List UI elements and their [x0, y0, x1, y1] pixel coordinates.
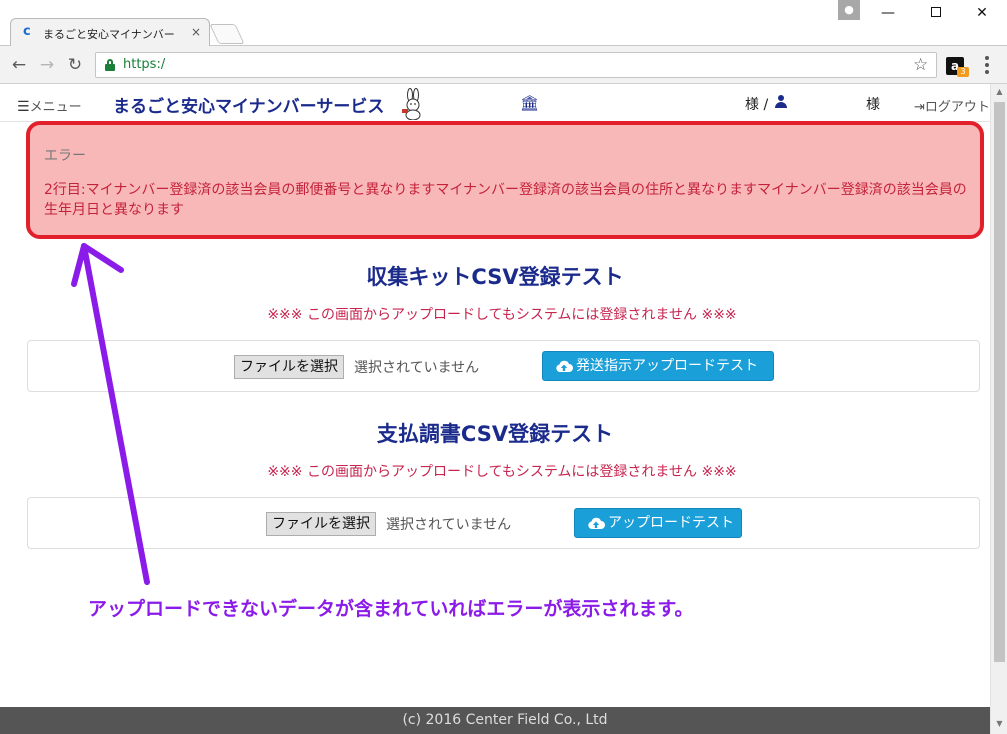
upload-button-label: 発送指示アップロードテスト — [576, 358, 758, 374]
menu-button[interactable]: ☰メニュー — [17, 96, 82, 115]
copyright-text: (c) 2016 Center Field Co., Ltd — [402, 712, 608, 728]
upload-panel-collection-kit: ファイルを選択 選択されていません 発送指示アップロードテスト — [27, 340, 980, 392]
reload-button[interactable]: ↻ — [64, 54, 86, 76]
upload-button-label: アップロードテスト — [608, 515, 734, 531]
window-maximize-button[interactable] — [921, 2, 951, 24]
section-title-collection-kit: 収集キットCSV登録テスト — [366, 265, 624, 289]
logout-label: ログアウト — [924, 100, 990, 115]
forward-button[interactable]: → — [36, 54, 58, 76]
cloud-upload-icon — [588, 517, 605, 529]
tab-close-icon[interactable]: × — [191, 25, 201, 39]
hamburger-icon: ☰ — [17, 99, 30, 115]
rabbit-mascot-icon — [402, 88, 421, 120]
tab-title: まるごと安心マイナンバー — [43, 28, 175, 41]
app-header: ☰メニュー まるごと安心マイナンバーサービス 🏛 様 / 様 ⇥ログアウト — [0, 84, 990, 122]
new-tab-button[interactable] — [209, 24, 245, 44]
company-user-name: 様 — [866, 97, 880, 113]
error-heading: エラー — [44, 148, 86, 164]
browser-tab[interactable]: c まるごと安心マイナンバー × — [10, 18, 210, 47]
error-message: 2行目:マイナンバー登録済の該当会員の郵便番号と異なりますマイナンバー登録済の該… — [44, 182, 967, 218]
logout-button[interactable]: ⇥ログアウト — [914, 96, 990, 115]
section-title-payment-record: 支払調書CSV登録テスト — [376, 422, 614, 446]
url-text[interactable]: https:/ — [123, 57, 165, 72]
lock-icon — [105, 59, 115, 71]
error-alert: エラー 2行目:マイナンバー登録済の該当会員の郵便番号と異なりますマイナンバー登… — [26, 121, 984, 239]
section-warning: ※※※ この画面からアップロードしてもシステムには登録されません ※※※ — [267, 307, 737, 323]
window-minimize-button[interactable]: — — [873, 2, 903, 24]
browser-titlebar: c まるごと安心マイナンバー × ● — ✕ — [0, 0, 1007, 47]
profile-icon[interactable]: ● — [838, 0, 860, 20]
vertical-scrollbar[interactable]: ▲ ▼ — [990, 84, 1007, 734]
brand-title[interactable]: まるごと安心マイナンバーサービス — [113, 92, 384, 117]
bookmark-star-icon[interactable]: ☆ — [913, 55, 928, 75]
favicon-icon: c — [23, 24, 31, 39]
scroll-thumb[interactable] — [994, 102, 1005, 662]
menu-label: メニュー — [29, 100, 82, 115]
scroll-up-icon[interactable]: ▲ — [991, 84, 1007, 100]
browser-menu-icon[interactable] — [982, 54, 992, 76]
browser-toolbar: ← → ↻ https:/ ☆ a 3 — [0, 46, 1007, 84]
file-status-text: 選択されていません — [354, 360, 480, 376]
file-select-button[interactable]: ファイルを選択 — [266, 512, 376, 536]
logout-icon: ⇥ — [914, 100, 925, 115]
window-close-button[interactable]: ✕ — [967, 2, 997, 24]
upload-test-button[interactable]: アップロードテスト — [574, 508, 742, 538]
back-button[interactable]: ← — [8, 54, 30, 76]
address-bar[interactable]: https:/ ☆ — [95, 52, 937, 78]
maximize-icon — [931, 7, 941, 17]
section-warning: ※※※ この画面からアップロードしてもシステムには登録されません ※※※ — [267, 464, 737, 480]
file-status-text: 選択されていません — [386, 517, 512, 533]
cloud-upload-icon — [556, 360, 573, 372]
shipping-upload-test-button[interactable]: 発送指示アップロードテスト — [542, 351, 774, 381]
annotation-callout: アップロードできないデータが含まれていればエラーが表示されます。 — [88, 598, 694, 620]
page-footer: (c) 2016 Center Field Co., Ltd — [0, 707, 990, 734]
extension-badge: 3 — [957, 67, 969, 77]
file-select-button[interactable]: ファイルを選択 — [234, 355, 344, 379]
bank-icon[interactable]: 🏛 — [520, 94, 539, 112]
upload-panel-payment-record: ファイルを選択 選択されていません アップロードテスト — [27, 497, 980, 549]
user-name: 様 / — [745, 97, 769, 113]
user-icon[interactable] — [775, 95, 787, 108]
